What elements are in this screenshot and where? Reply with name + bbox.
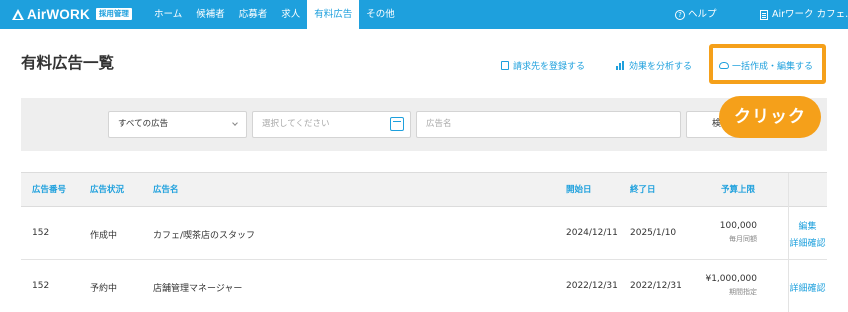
nav-item-other[interactable]: その他: [359, 0, 402, 29]
ad-type-select-value: すべての広告: [118, 119, 169, 129]
column-divider: [788, 173, 789, 207]
column-header-start-date[interactable]: 開始日: [566, 173, 592, 207]
row-end-date: 2022/12/31: [630, 281, 682, 291]
date-picker-field[interactable]: 選択してください: [252, 111, 411, 138]
row-budget-note: 毎月同額: [729, 235, 757, 243]
account-menu[interactable]: Airワーク カフェ…: [760, 0, 848, 29]
column-header-budget[interactable]: 予算上限: [721, 173, 755, 207]
table-row: 152 予約中 店舗管理マネージャー 2022/12/31 2022/12/31…: [21, 260, 827, 312]
row-start-date: 2024/12/11: [566, 228, 618, 238]
ad-type-select[interactable]: すべての広告: [108, 111, 247, 138]
airwork-logo[interactable]: AirWORK 採用管理: [12, 6, 132, 22]
bar-chart-icon: [616, 61, 625, 70]
row-budget-amount: ¥1,000,000: [705, 274, 757, 284]
logo-triangle-icon: [12, 8, 24, 20]
edit-link[interactable]: 編集: [788, 219, 827, 232]
page-title: 有料広告一覧: [21, 54, 115, 72]
highlight-frame: [709, 44, 826, 84]
row-budget: ¥1,000,000 期間指定: [705, 274, 757, 297]
register-billing-link[interactable]: 請求先を登録する: [501, 59, 585, 72]
column-divider: [788, 207, 789, 259]
row-ad-number: 152: [32, 228, 50, 238]
nav-item-candidates[interactable]: 候補者: [189, 0, 232, 29]
column-header-end-date[interactable]: 終了日: [630, 173, 656, 207]
row-ad-status: 予約中: [90, 284, 118, 294]
row-ad-status: 作成中: [90, 231, 118, 241]
analyze-link[interactable]: 効果を分析する: [616, 59, 692, 72]
column-header-name[interactable]: 広告名: [153, 173, 179, 207]
ad-name-input[interactable]: 広告名: [416, 111, 681, 138]
nav-item-applicants[interactable]: 応募者: [232, 0, 275, 29]
row-ad-number: 152: [32, 281, 50, 291]
ad-name-placeholder: 広告名: [426, 119, 452, 129]
logo-text: AirWORK: [27, 6, 90, 22]
help-link[interactable]: ? ヘルプ: [675, 0, 717, 29]
calendar-icon[interactable]: [390, 117, 404, 131]
analyze-label: 効果を分析する: [629, 62, 693, 72]
chevron-down-icon: [232, 120, 238, 126]
row-ad-name: 店舗管理マネージャー: [153, 284, 243, 294]
nav-item-home[interactable]: ホーム: [147, 0, 189, 29]
help-icon: ?: [675, 9, 685, 20]
date-picker-placeholder: 選択してください: [262, 119, 330, 129]
table-header: 広告番号 広告状況 広告名 開始日 終了日 予算上限: [21, 172, 827, 207]
row-ad-name: カフェ/喫茶店のスタッフ: [153, 231, 256, 241]
row-budget-note: 期間指定: [729, 288, 757, 296]
help-label: ヘルプ: [688, 9, 717, 20]
detail-link[interactable]: 詳細確認: [788, 236, 827, 249]
document-icon: [501, 61, 509, 70]
building-icon: [760, 9, 768, 20]
main-nav: ホーム 候補者 応募者 求人 有料広告 その他: [147, 0, 402, 29]
detail-link[interactable]: 詳細確認: [788, 281, 827, 294]
nav-item-jobs[interactable]: 求人: [274, 0, 307, 29]
nav-item-paid-ads[interactable]: 有料広告: [307, 0, 360, 29]
click-callout: クリック: [719, 96, 821, 138]
row-budget-amount: 100,000: [719, 221, 757, 231]
table-row: 152 作成中 カフェ/喫茶店のスタッフ 2024/12/11 2025/1/1…: [21, 207, 827, 260]
logo-badge: 採用管理: [95, 8, 132, 20]
row-end-date: 2025/1/10: [630, 228, 677, 238]
column-header-status[interactable]: 広告状況: [90, 173, 124, 207]
row-start-date: 2022/12/31: [566, 281, 618, 291]
column-header-number[interactable]: 広告番号: [32, 173, 66, 207]
register-billing-label: 請求先を登録する: [513, 62, 586, 72]
top-nav-bar: AirWORK 採用管理 ホーム 候補者 応募者 求人 有料広告 その他 ? ヘ…: [0, 0, 848, 29]
account-name: Airワーク カフェ…: [772, 9, 848, 20]
row-budget: 100,000 毎月同額: [720, 221, 757, 244]
